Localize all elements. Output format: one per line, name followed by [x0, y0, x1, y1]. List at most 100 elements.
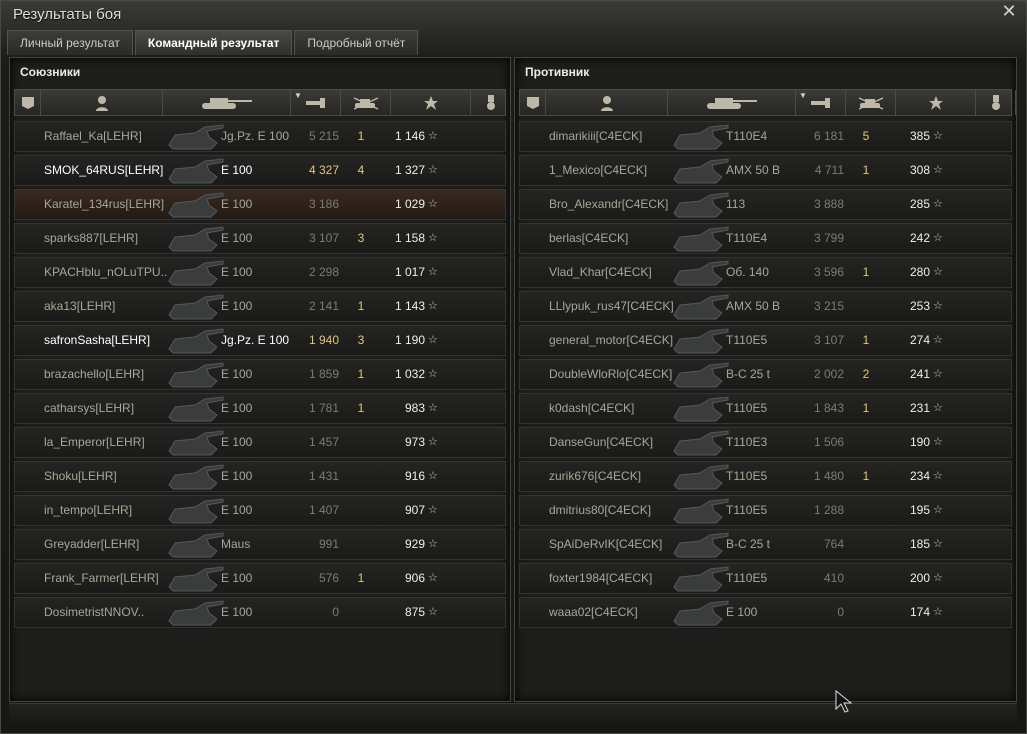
player-row[interactable]: dmitrius80[C4ECK] T110E5 1 288 195 ☆	[519, 495, 1012, 526]
star-icon: ☆	[428, 300, 438, 312]
xp-value: 875	[404, 605, 425, 619]
tab-detailed-report[interactable]: Подробный отчёт	[294, 30, 419, 55]
damage-value: 3 215	[813, 299, 844, 313]
player-row[interactable]: KPACHblu_nOLuTPU.. E 100 2 298 1 017 ☆	[14, 257, 506, 288]
damage-value: 1 480	[813, 469, 844, 483]
xp-value: 929	[404, 537, 425, 551]
player-name: SpAiDeRvIK[C4ECK]	[549, 537, 663, 551]
xp-star-icon	[928, 95, 944, 111]
player-row[interactable]: DoubleWloRlo[C4ECK] B-C 25 t2 002 2 241 ☆	[519, 359, 1012, 390]
damage-value: 5 215	[308, 129, 339, 143]
kills-value: 1	[357, 129, 365, 143]
xp-value: 1 032	[394, 367, 425, 381]
player-row[interactable]: DosimetristNNOV.. E 100 0 875 ☆	[14, 597, 506, 628]
xp-value: 308	[909, 163, 930, 177]
player-name: dmitrius80[C4ECK]	[549, 503, 652, 517]
player-row[interactable]: berlas[C4ECK] T110E4 3 799 242 ☆	[519, 223, 1012, 254]
column-header-xp-star-icon[interactable]	[391, 90, 471, 115]
player-name: zurik676[C4ECK]	[549, 469, 642, 483]
column-header-badge-icon[interactable]	[520, 90, 546, 115]
column-header-tank-icon[interactable]	[668, 90, 796, 115]
player-row[interactable]: 1_Mexico[C4ECK] AMX 50 B4 711 1 308 ☆	[519, 155, 1012, 186]
player-row[interactable]: sparks887[LEHR] E 100 3 107 3 1 158 ☆	[14, 223, 506, 254]
damage-value: 3 107	[308, 231, 339, 245]
xp-value: 190	[909, 435, 930, 449]
player-name: DanseGun[C4ECK]	[549, 435, 654, 449]
damage-value: 4 327	[308, 163, 339, 177]
xp-value: 195	[909, 503, 930, 517]
star-icon: ☆	[933, 436, 943, 448]
column-header-damage-icon[interactable]: ▼	[796, 90, 846, 115]
xp-value: 241	[909, 367, 930, 381]
window-title: Результаты боя	[13, 6, 122, 23]
star-icon: ☆	[933, 470, 943, 482]
column-header-medal-icon[interactable]	[976, 90, 1016, 115]
column-header-kills-icon[interactable]	[341, 90, 391, 115]
column-header-damage-icon[interactable]: ▼	[291, 90, 341, 115]
player-row[interactable]: zurik676[C4ECK] T110E5 1 480 1 234 ☆	[519, 461, 1012, 492]
player-icon	[600, 95, 614, 111]
player-name: Greyadder[LEHR]	[44, 537, 140, 551]
player-row[interactable]: catharsys[LEHR] E 100 1 781 1 983 ☆	[14, 393, 506, 424]
xp-value: 1 327	[394, 163, 425, 177]
player-row[interactable]: Greyadder[LEHR] Maus 991 929 ☆	[14, 529, 506, 560]
sort-desc-icon: ▼	[294, 91, 302, 100]
player-row[interactable]: foxter1984[C4ECK] T110E5 410 200 ☆	[519, 563, 1012, 594]
column-header-xp-star-icon[interactable]	[896, 90, 976, 115]
player-row[interactable]: aka13[LEHR] E 100 2 141 1 1 143 ☆	[14, 291, 506, 322]
xp-value: 907	[404, 503, 425, 517]
player-row[interactable]: brazachello[LEHR] E 100 1 859 1 1 032 ☆	[14, 359, 506, 390]
player-name: la_Emperor[LEHR]	[44, 435, 145, 449]
tab-team-result[interactable]: Командный результат	[134, 30, 293, 55]
damage-icon	[810, 96, 832, 110]
star-icon: ☆	[428, 334, 438, 346]
enemies-title: Противник	[525, 65, 590, 79]
player-row[interactable]: SMOK_64RUS[LEHR] E 100 4 327 4 1 327 ☆	[14, 155, 506, 186]
player-row[interactable]: la_Emperor[LEHR] E 100 1 457 973 ☆	[14, 427, 506, 458]
xp-value: 385	[909, 129, 930, 143]
player-row[interactable]: Karatel_134rus[LEHR] E 100 3 186 1 029 ☆	[14, 189, 506, 220]
player-name: waaa02[C4ECK]	[549, 605, 638, 619]
close-icon[interactable]: ✕	[1000, 2, 1018, 20]
player-row[interactable]: SpAiDeRvIK[C4ECK] B-C 25 t 764 185 ☆	[519, 529, 1012, 560]
results-tabs: Личный результат Командный результат Под…	[7, 30, 420, 55]
column-header-tank-icon[interactable]	[163, 90, 291, 115]
player-row[interactable]: safronSasha[LEHR] Jg.Pz. E 100 1 940 3 1 190…	[14, 325, 506, 356]
player-row[interactable]: Frank_Farmer[LEHR] E 100 576 1 906 ☆	[14, 563, 506, 594]
player-row[interactable]: general_motor[C4ECK] T110E5 3 107 1 274 ☆	[519, 325, 1012, 356]
player-name: brazachello[LEHR]	[44, 367, 145, 381]
xp-value: 1 017	[394, 265, 425, 279]
player-row[interactable]: k0dash[C4ECK] T110E5 1 843 1 231 ☆	[519, 393, 1012, 424]
column-header-player-icon[interactable]	[41, 90, 163, 115]
xp-value: 1 158	[394, 231, 425, 245]
player-row[interactable]: Bro_Alexandr[C4ECK] 113 3 888 285 ☆	[519, 189, 1012, 220]
column-header-player-icon[interactable]	[546, 90, 668, 115]
tab-personal-result[interactable]: Личный результат	[7, 30, 133, 55]
player-name: in_tempo[LEHR]	[44, 503, 133, 517]
kills-icon	[352, 96, 380, 110]
player-row[interactable]: waaa02[C4ECK] E 100 0 174 ☆	[519, 597, 1012, 628]
player-row[interactable]: in_tempo[LEHR] E 100 1 407 907 ☆	[14, 495, 506, 526]
damage-value: 3 596	[813, 265, 844, 279]
player-row[interactable]: LLlypuk_rus47[C4ECK] AMX 50 B3 215 253 ☆	[519, 291, 1012, 322]
column-header-kills-icon[interactable]	[846, 90, 896, 115]
kills-value: 5	[862, 129, 870, 143]
player-row[interactable]: DanseGun[C4ECK] T110E3 1 506 190 ☆	[519, 427, 1012, 458]
player-row[interactable]: Shoku[LEHR] E 100 1 431 916 ☆	[14, 461, 506, 492]
star-icon: ☆	[933, 164, 943, 176]
star-icon: ☆	[428, 436, 438, 448]
badge-icon	[526, 96, 540, 110]
kills-value: 1	[862, 265, 870, 279]
xp-value: 242	[909, 231, 930, 245]
column-header-badge-icon[interactable]	[15, 90, 41, 115]
player-row[interactable]: dimarikiii[C4ECK] T110E4 6 181 5 385 ☆	[519, 121, 1012, 152]
player-row[interactable]: Raffael_Ka[LEHR] Jg.Pz. E 100 5 215 1 1 146 ☆	[14, 121, 506, 152]
xp-value: 200	[909, 571, 930, 585]
kills-value: 3	[357, 333, 365, 347]
player-row[interactable]: Vlad_Khar[C4ECK] Об. 140 3 596 1 280 ☆	[519, 257, 1012, 288]
xp-value: 1 029	[394, 197, 425, 211]
tank-icon	[705, 96, 759, 110]
player-name: DosimetristNNOV..	[44, 605, 145, 619]
tank-icon	[200, 96, 254, 110]
column-header-medal-icon[interactable]	[471, 90, 511, 115]
